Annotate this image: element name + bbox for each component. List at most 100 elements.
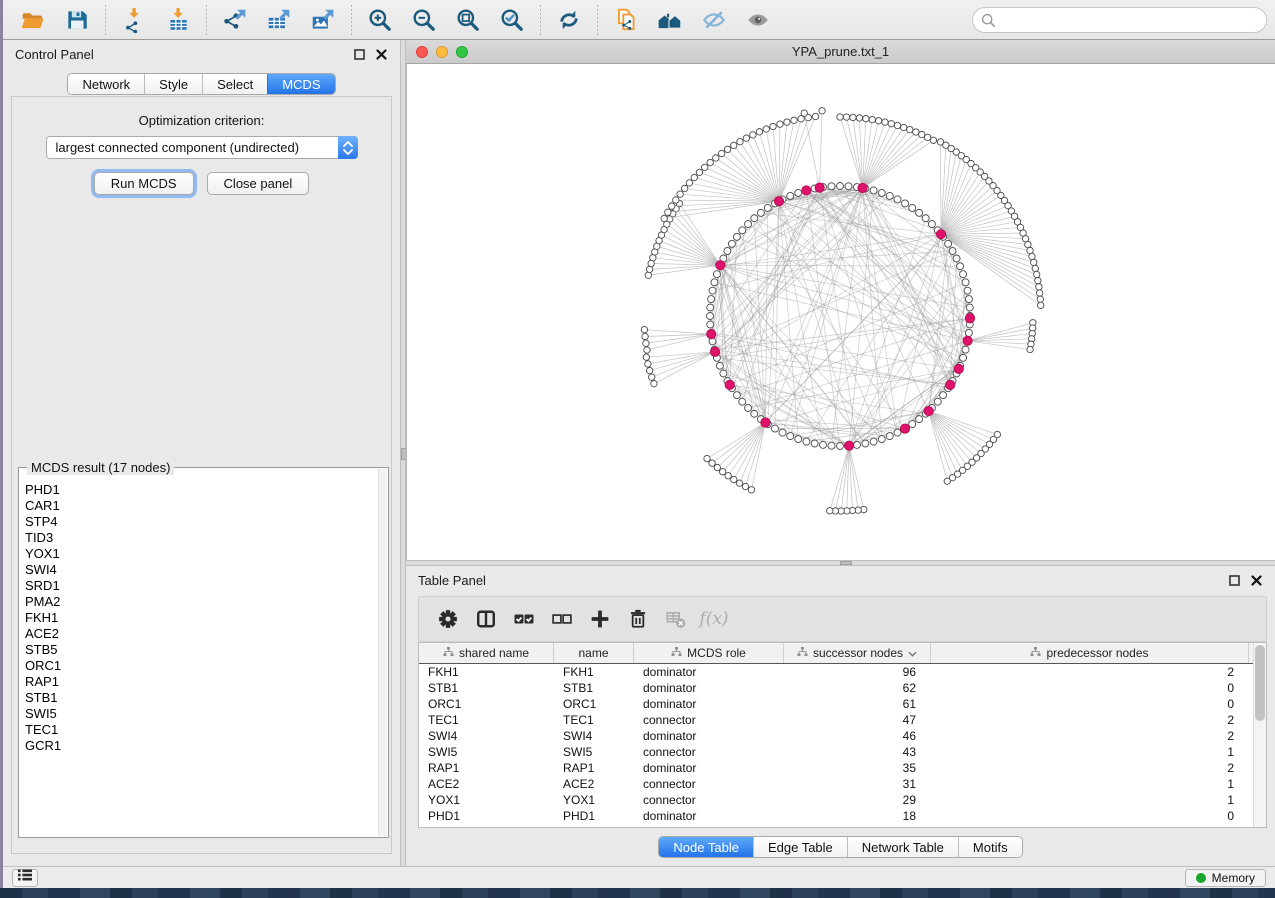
mcds-result-item[interactable]: STB1 — [25, 690, 378, 706]
first-neighbors-icon[interactable] — [655, 5, 685, 35]
mcds-result-item[interactable]: SWI5 — [25, 706, 378, 722]
column-header-shared-name[interactable]: shared name — [419, 643, 554, 663]
column-header-MCDS-role[interactable]: MCDS role — [634, 643, 784, 663]
table-row[interactable]: RAP1RAP1dominator352 — [419, 760, 1266, 776]
cell-name: YOX1 — [554, 792, 634, 808]
cell-predecessor-nodes: 1 — [931, 744, 1249, 760]
close-table-panel-icon[interactable] — [1250, 574, 1263, 587]
table-row[interactable]: YOX1YOX1connector291 — [419, 792, 1266, 808]
table-tab-edge-table[interactable]: Edge Table — [753, 837, 847, 857]
table-row[interactable]: SWI4SWI4dominator462 — [419, 728, 1266, 744]
cell-shared-name: PHD1 — [419, 808, 554, 824]
save-session-icon[interactable] — [62, 5, 92, 35]
deselect-all-checks-icon[interactable] — [547, 604, 577, 634]
table-scrollbar-thumb[interactable] — [1255, 645, 1265, 721]
cell-MCDS-role: dominator — [634, 728, 784, 744]
cell-predecessor-nodes: 0 — [931, 808, 1249, 824]
table-tabs: Node TableEdge TableNetwork TableMotifs — [658, 836, 1022, 858]
tab-select[interactable]: Select — [202, 74, 267, 94]
criterion-dropdown[interactable]: largest connected component (undirected) — [46, 136, 358, 159]
cell-successor-nodes: 35 — [784, 760, 931, 776]
mcds-result-item[interactable]: SWI4 — [25, 562, 378, 578]
cell-predecessor-nodes: 1 — [931, 792, 1249, 808]
table-tab-motifs[interactable]: Motifs — [958, 837, 1022, 857]
settings-gear-icon[interactable] — [433, 604, 463, 634]
mcds-result-list[interactable]: PHD1CAR1STP4TID3YOX1SWI4SRD1PMA2FKH1ACE2… — [25, 476, 378, 835]
memory-label: Memory — [1212, 871, 1255, 885]
network-canvas[interactable] — [406, 64, 1275, 560]
table-row[interactable]: STB1STB1dominator620 — [419, 680, 1266, 696]
cell-predecessor-nodes: 2 — [931, 664, 1249, 680]
column-header-name[interactable]: name — [554, 643, 634, 663]
close-panel-button[interactable]: Close panel — [207, 172, 310, 195]
table-row[interactable]: ORC1ORC1dominator610 — [419, 696, 1266, 712]
mcds-result-item[interactable]: STP4 — [25, 514, 378, 530]
mcds-result-item[interactable]: SRD1 — [25, 578, 378, 594]
table-tab-node-table[interactable]: Node Table — [659, 837, 753, 857]
mcds-result-item[interactable]: FKH1 — [25, 610, 378, 626]
zoom-fit-icon[interactable] — [453, 5, 483, 35]
mcds-result-item[interactable]: ORC1 — [25, 658, 378, 674]
memory-button[interactable]: Memory — [1185, 869, 1266, 887]
mcds-result-item[interactable]: PHD1 — [25, 482, 378, 498]
cell-MCDS-role: dominator — [634, 680, 784, 696]
zoom-in-icon[interactable] — [365, 5, 395, 35]
table-row[interactable]: SWI5SWI5connector431 — [419, 744, 1266, 760]
export-network-icon[interactable] — [220, 5, 250, 35]
mcds-result-item[interactable]: STB5 — [25, 642, 378, 658]
horizontal-splitter-grip[interactable] — [840, 561, 852, 565]
cell-successor-nodes: 96 — [784, 664, 931, 680]
export-table-icon[interactable] — [264, 5, 294, 35]
import-network-icon[interactable] — [119, 5, 149, 35]
cell-MCDS-role: dominator — [634, 664, 784, 680]
mcds-result-item[interactable]: TID3 — [25, 530, 378, 546]
add-row-icon[interactable] — [585, 604, 615, 634]
mcds-result-item[interactable]: TEC1 — [25, 722, 378, 738]
mcds-result-item[interactable]: GCR1 — [25, 738, 378, 754]
mcds-result-item[interactable]: RAP1 — [25, 674, 378, 690]
task-history-button[interactable] — [12, 869, 38, 887]
shared-column-icon — [443, 646, 454, 660]
open-file-icon[interactable] — [18, 5, 48, 35]
hide-selected-icon[interactable] — [699, 5, 729, 35]
refresh-icon[interactable] — [554, 5, 584, 35]
float-panel-icon[interactable] — [353, 48, 366, 61]
cell-name: STB1 — [554, 680, 634, 696]
table-row[interactable]: FKH1FKH1dominator962 — [419, 664, 1266, 680]
network-from-file-icon[interactable] — [611, 5, 641, 35]
tab-mcds[interactable]: MCDS — [267, 74, 334, 94]
table-row[interactable]: ACE2ACE2connector311 — [419, 776, 1266, 792]
cell-name: TEC1 — [554, 712, 634, 728]
mcds-result-item[interactable]: CAR1 — [25, 498, 378, 514]
mcds-result-item[interactable]: ACE2 — [25, 626, 378, 642]
mcds-result-item[interactable]: PMA2 — [25, 594, 378, 610]
select-all-checks-icon[interactable] — [509, 604, 539, 634]
toolbar-separator — [351, 5, 352, 35]
show-columns-icon[interactable] — [471, 604, 501, 634]
cell-shared-name: TEC1 — [419, 712, 554, 728]
import-table-icon[interactable] — [163, 5, 193, 35]
search-input[interactable] — [972, 7, 1267, 33]
zoom-selected-icon[interactable] — [497, 5, 527, 35]
tab-network[interactable]: Network — [68, 74, 144, 94]
close-panel-icon[interactable] — [375, 48, 388, 61]
export-image-icon[interactable] — [308, 5, 338, 35]
cell-shared-name: ACE2 — [419, 776, 554, 792]
tab-style[interactable]: Style — [144, 74, 202, 94]
mcds-result-item[interactable]: YOX1 — [25, 546, 378, 562]
show-all-icon[interactable] — [743, 5, 773, 35]
float-table-panel-icon[interactable] — [1228, 574, 1241, 587]
cell-successor-nodes: 47 — [784, 712, 931, 728]
column-header-successor-nodes[interactable]: successor nodes — [784, 643, 931, 663]
result-list-scrollbar[interactable] — [378, 469, 387, 836]
table-row[interactable]: PHD1PHD1dominator180 — [419, 808, 1266, 824]
run-mcds-button[interactable]: Run MCDS — [94, 172, 194, 195]
table-tab-network-table[interactable]: Network Table — [847, 837, 958, 857]
zoom-out-icon[interactable] — [409, 5, 439, 35]
table-row[interactable]: TEC1TEC1connector472 — [419, 712, 1266, 728]
toolbar-separator — [206, 5, 207, 35]
mcds-tab-content: Optimization criterion: largest connecte… — [11, 96, 392, 854]
table-body: FKH1FKH1dominator962STB1STB1dominator620… — [419, 664, 1266, 824]
column-header-predecessor-nodes[interactable]: predecessor nodes — [931, 643, 1249, 663]
delete-row-icon[interactable] — [623, 604, 653, 634]
